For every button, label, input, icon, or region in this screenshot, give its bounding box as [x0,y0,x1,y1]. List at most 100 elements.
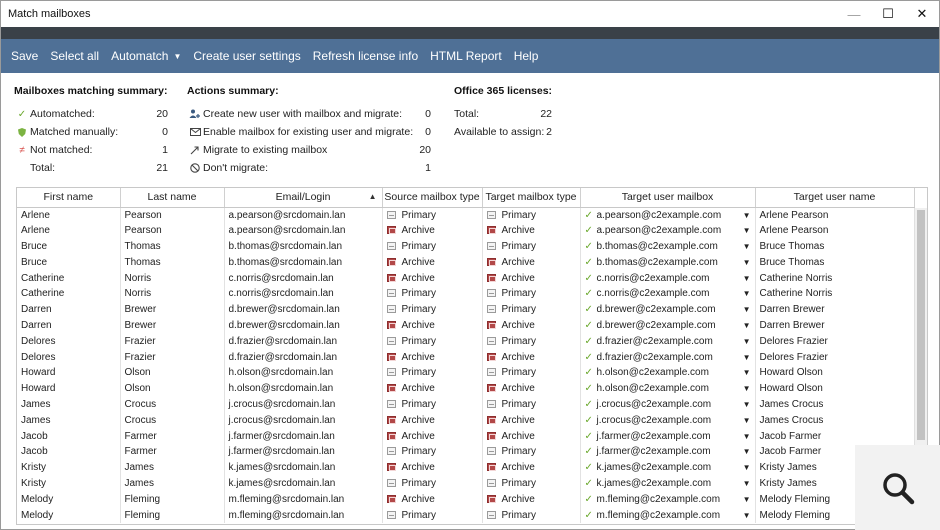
chevron-down-icon[interactable]: ▼ [743,495,751,504]
target-mailbox-dropdown[interactable]: ✓ m.fleming@c2example.com ▼ [585,510,755,521]
column-header-source-type[interactable]: Source mailbox type [382,188,483,208]
target-mailbox-dropdown[interactable]: ✓ j.crocus@c2example.com ▼ [585,415,755,426]
chevron-down-icon[interactable]: ▼ [743,337,751,346]
chevron-down-icon[interactable]: ▼ [743,258,751,267]
table-row[interactable]: Jacob Farmer j.farmer@srcdomain.lan Archive… [17,428,915,444]
table-row[interactable]: Darren Brewer d.brewer@srcdomain.lan Archiv… [17,317,915,334]
chevron-down-icon[interactable]: ▼ [743,432,751,441]
chevron-down-icon[interactable]: ▼ [743,368,751,377]
chevron-down-icon[interactable]: ▼ [743,226,751,235]
target-mailbox-cell[interactable]: ✓ d.frazier@c2example.com ▼ [580,349,756,365]
table-row[interactable]: Kristy James k.james@srcdomain.lan Archive A… [17,459,915,476]
target-type-cell[interactable]: Archive [482,380,581,397]
chevron-down-icon[interactable]: ▼ [743,479,751,488]
target-mailbox-dropdown[interactable]: ✓ j.farmer@c2example.com ▼ [585,431,755,442]
column-header-target-type[interactable]: Target mailbox type [482,188,581,208]
table-row[interactable]: Jacob Farmer j.farmer@srcdomain.lan Primary… [17,443,915,460]
target-mailbox-cell[interactable]: ✓ k.james@c2example.com ▼ [580,459,756,476]
table-row[interactable]: Delores Frazier d.frazier@srcdomain.lan Pri… [17,333,915,350]
column-header-email[interactable]: Email/Login ▲ [224,188,383,208]
select-all-button[interactable]: Select all [44,39,105,73]
target-mailbox-dropdown[interactable]: ✓ k.james@c2example.com ▼ [585,478,755,489]
table-row[interactable]: Arlene Pearson a.pearson@srcdomain.lan Arch… [17,222,915,239]
table-row[interactable]: Howard Olson h.olson@srcdomain.lan Archive A… [17,380,915,397]
chevron-down-icon[interactable]: ▼ [743,321,751,330]
table-row[interactable]: Howard Olson h.olson@srcdomain.lan Primary P… [17,364,915,381]
html-report-button[interactable]: HTML Report [424,39,508,73]
table-row[interactable]: James Crocus j.crocus@srcdomain.lan Archive… [17,412,915,429]
target-mailbox-dropdown[interactable]: ✓ m.fleming@c2example.com ▼ [585,494,755,505]
column-header-last-name[interactable]: Last name [120,188,225,208]
chevron-down-icon[interactable]: ▼ [743,511,751,520]
target-type-cell[interactable]: Archive [482,412,581,429]
target-mailbox-cell[interactable]: ✓ j.farmer@c2example.com ▼ [580,443,756,460]
target-mailbox-dropdown[interactable]: ✓ h.olson@c2example.com ▼ [585,367,755,378]
chevron-down-icon[interactable]: ▼ [743,353,751,362]
target-mailbox-dropdown[interactable]: ✓ k.james@c2example.com ▼ [585,462,755,473]
target-mailbox-dropdown[interactable]: ✓ c.norris@c2example.com ▼ [585,288,755,299]
table-row[interactable]: James Crocus j.crocus@srcdomain.lan Primary… [17,396,915,413]
target-mailbox-cell[interactable]: ✓ c.norris@c2example.com ▼ [580,285,756,302]
chevron-down-icon[interactable]: ▼ [743,242,751,251]
create-user-settings-button[interactable]: Create user settings [187,39,306,73]
target-mailbox-dropdown[interactable]: ✓ a.pearson@c2example.com ▼ [585,210,755,221]
table-row[interactable]: Delores Frazier d.frazier@srcdomain.lan Arc… [17,349,915,365]
table-row[interactable]: Melody Fleming m.fleming@srcdomain.lan Prim… [17,507,915,523]
target-mailbox-cell[interactable]: ✓ j.crocus@c2example.com ▼ [580,396,756,413]
chevron-down-icon[interactable]: ▼ [743,416,751,425]
target-type-cell[interactable]: Archive [482,428,581,444]
table-row[interactable]: Catherine Norris c.norris@srcdomain.lan Pri… [17,285,915,302]
help-button[interactable]: Help [508,39,545,73]
target-mailbox-cell[interactable]: ✓ m.fleming@c2example.com ▼ [580,491,756,508]
chevron-down-icon[interactable]: ▼ [743,384,751,393]
chevron-down-icon[interactable]: ▼ [743,274,751,283]
table-row[interactable]: Arlene Pearson a.pearson@srcdomain.lan Prim… [17,207,915,223]
target-mailbox-cell[interactable]: ✓ j.crocus@c2example.com ▼ [580,412,756,429]
target-type-cell[interactable]: Archive [482,254,581,271]
table-row[interactable]: Bruce Thomas b.thomas@srcdomain.lan Primary… [17,238,915,255]
chevron-down-icon[interactable]: ▼ [743,463,751,472]
chevron-down-icon[interactable]: ▼ [743,305,751,314]
table-row[interactable]: Kristy James k.james@srcdomain.lan Primary P… [17,475,915,492]
target-mailbox-dropdown[interactable]: ✓ b.thomas@c2example.com ▼ [585,241,755,252]
target-mailbox-dropdown[interactable]: ✓ d.brewer@c2example.com ▼ [585,320,755,331]
target-mailbox-cell[interactable]: ✓ d.brewer@c2example.com ▼ [580,301,756,318]
automatch-dropdown[interactable]: Automatch ▼ [105,39,187,73]
column-header-target-mailbox[interactable]: Target user mailbox [580,188,756,208]
minimize-button[interactable]: — [837,1,871,27]
refresh-license-button[interactable]: Refresh license info [307,39,424,73]
target-mailbox-dropdown[interactable]: ✓ a.pearson@c2example.com ▼ [585,225,755,236]
target-mailbox-cell[interactable]: ✓ a.pearson@c2example.com ▼ [580,207,756,223]
target-mailbox-dropdown[interactable]: ✓ d.brewer@c2example.com ▼ [585,304,755,315]
target-mailbox-dropdown[interactable]: ✓ j.farmer@c2example.com ▼ [585,446,755,457]
target-mailbox-cell[interactable]: ✓ h.olson@c2example.com ▼ [580,380,756,397]
column-header-first-name[interactable]: First name [17,188,121,208]
target-type-cell[interactable]: Primary [482,475,581,492]
target-mailbox-cell[interactable]: ✓ h.olson@c2example.com ▼ [580,364,756,381]
table-row[interactable]: Melody Fleming m.fleming@srcdomain.lan Arch… [17,491,915,508]
table-row[interactable]: Darren Brewer d.brewer@srcdomain.lan Primar… [17,301,915,318]
target-type-cell[interactable]: Archive [482,349,581,365]
target-mailbox-cell[interactable]: ✓ j.farmer@c2example.com ▼ [580,428,756,444]
target-type-cell[interactable]: Primary [482,207,581,223]
target-mailbox-cell[interactable]: ✓ k.james@c2example.com ▼ [580,475,756,492]
target-type-cell[interactable]: Archive [482,270,581,286]
chevron-down-icon[interactable]: ▼ [743,447,751,456]
target-type-cell[interactable]: Primary [482,285,581,302]
chevron-down-icon[interactable]: ▼ [743,400,751,409]
target-mailbox-cell[interactable]: ✓ m.fleming@c2example.com ▼ [580,507,756,523]
target-mailbox-dropdown[interactable]: ✓ b.thomas@c2example.com ▼ [585,257,755,268]
target-type-cell[interactable]: Archive [482,317,581,334]
column-header-target-name[interactable]: Target user name [755,188,915,208]
table-row[interactable]: Catherine Norris c.norris@srcdomain.lan Arc… [17,270,915,286]
target-type-cell[interactable]: Archive [482,222,581,239]
target-type-cell[interactable]: Primary [482,333,581,350]
target-type-cell[interactable]: Primary [482,301,581,318]
save-button[interactable]: Save [5,39,44,73]
target-type-cell[interactable]: Primary [482,238,581,255]
target-mailbox-dropdown[interactable]: ✓ d.frazier@c2example.com ▼ [585,352,755,363]
target-mailbox-cell[interactable]: ✓ a.pearson@c2example.com ▼ [580,222,756,239]
close-button[interactable]: ✕ [905,1,939,27]
target-type-cell[interactable]: Archive [482,491,581,508]
chevron-down-icon[interactable]: ▼ [743,211,751,220]
